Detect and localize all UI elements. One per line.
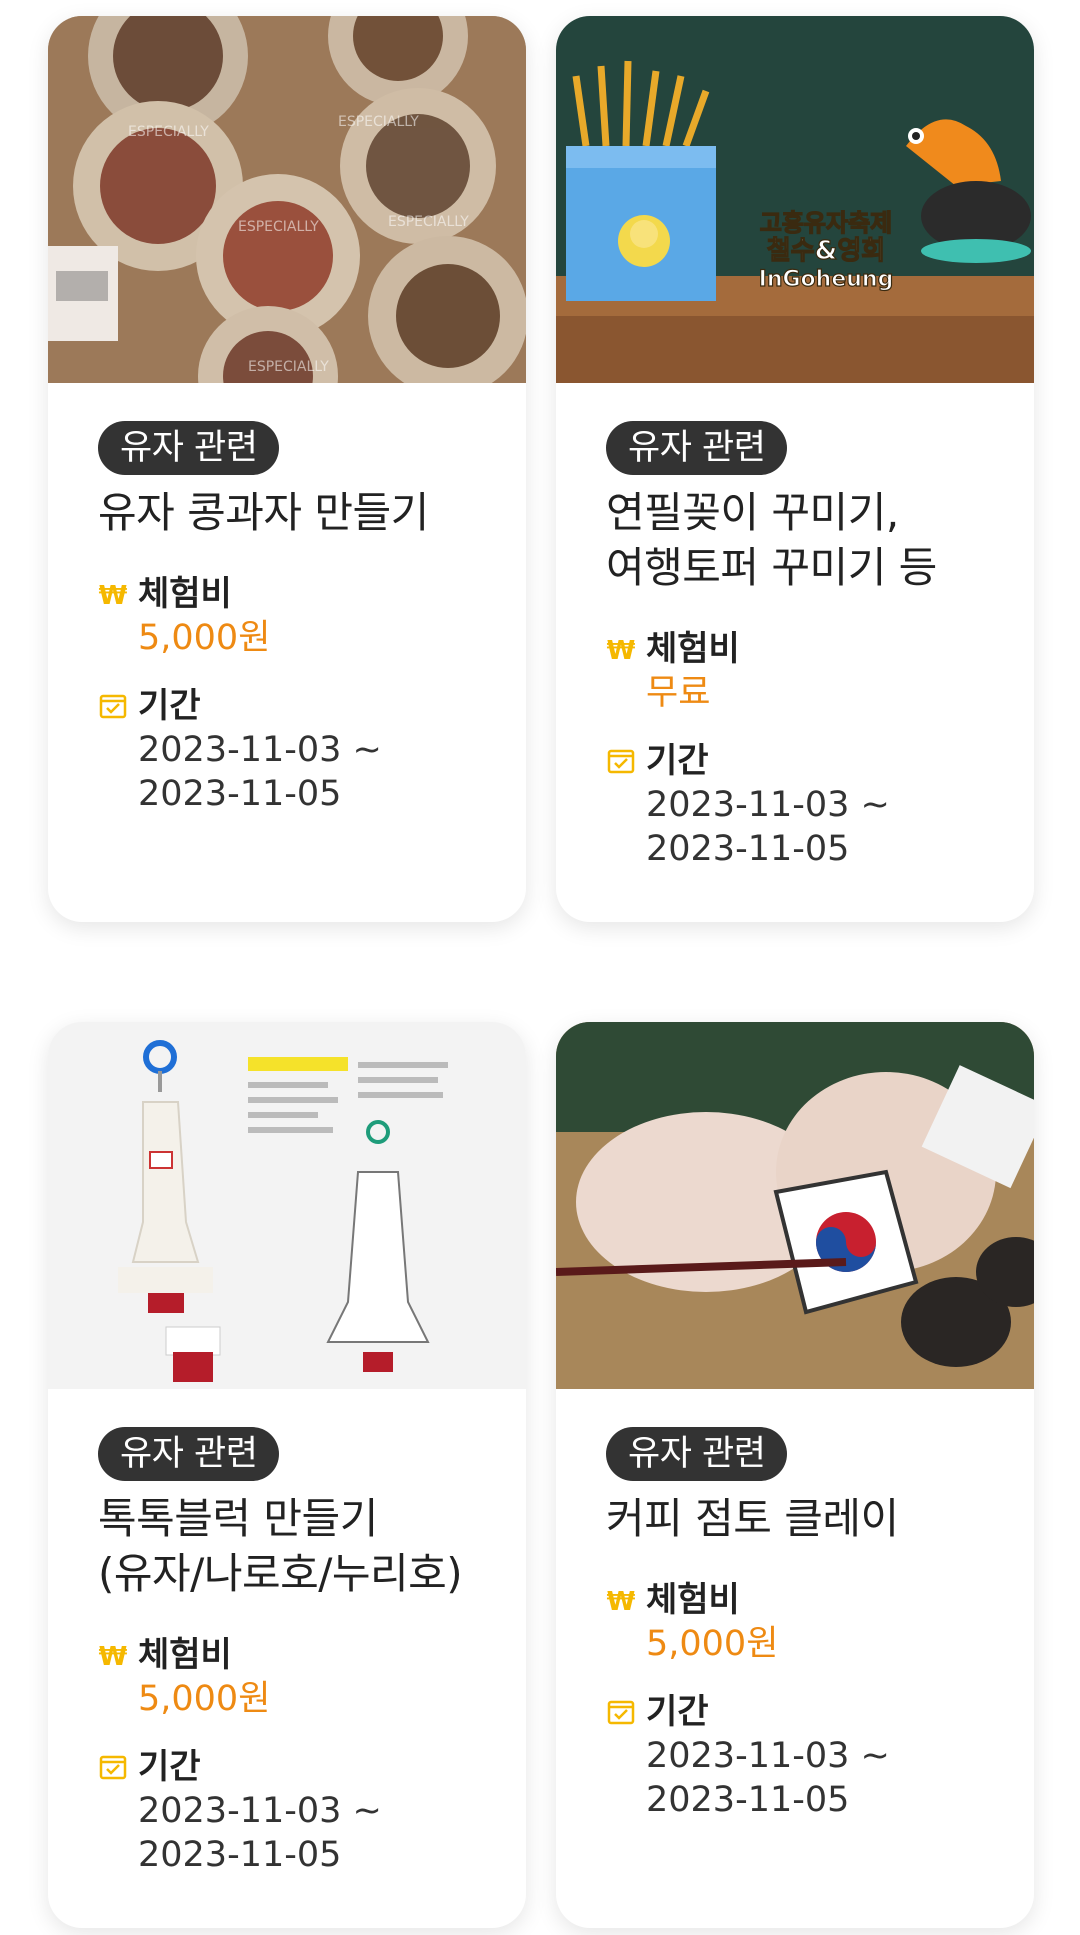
svg-text:₩: ₩ [99, 581, 128, 609]
program-info: ₩ 체험비 5,000원 기간 2023-11-03 ~ 2023-11-05 [606, 1578, 984, 1822]
calendar-check-icon [607, 1700, 635, 1725]
program-card[interactable]: 유자 관련 커피 점토 클레이 ₩ 체험비 5,000원 기간 2023-11-… [556, 1022, 1034, 1928]
period-label: 기간 [138, 1747, 201, 1787]
fee-row: ₩ 체험비 5,000원 [606, 1578, 984, 1666]
program-card-grid: ESPECIALLY ESPECIALLY ESPECIALLY ESPECIA… [48, 16, 1034, 1928]
period-end: 2023-11-05 [138, 774, 342, 814]
period-row: 기간 2023-11-03 ~ 2023-11-05 [98, 1745, 476, 1877]
fee-value: 무료 [646, 673, 711, 713]
fee-label: 체험비 [138, 574, 232, 614]
period-label: 기간 [646, 1692, 709, 1732]
period-start: 2023-11-03 ~ [138, 1791, 382, 1831]
thumbnail-text-characters: 철수&영희 [767, 236, 885, 266]
period-end: 2023-11-05 [646, 829, 850, 869]
program-info: ₩ 체험비 5,000원 기간 2023-11-03 ~ 2023-11-05 [98, 572, 476, 816]
fee-row: ₩ 체험비 5,000원 [98, 572, 476, 660]
program-thumbnail-pencil-holder: 고흥유자축제 철수&영희 InGoheung [556, 16, 1034, 383]
fee-row: ₩ 체험비 5,000원 [98, 1633, 476, 1721]
won-icon: ₩ [99, 581, 128, 609]
fee-label: 체험비 [138, 1635, 232, 1675]
period-row: 기간 2023-11-03 ~ 2023-11-05 [606, 1690, 984, 1822]
won-icon: ₩ [607, 636, 636, 664]
svg-text:₩: ₩ [99, 1642, 128, 1670]
fee-label: 체험비 [646, 1580, 740, 1620]
period-end: 2023-11-05 [138, 1835, 342, 1875]
category-badge: 유자 관련 [98, 1427, 280, 1481]
program-thumbnail-yuja-cookies: ESPECIALLY ESPECIALLY ESPECIALLY ESPECIA… [48, 16, 526, 383]
category-badge: 유자 관련 [98, 421, 280, 475]
svg-text:₩: ₩ [607, 636, 636, 664]
svg-text:ESPECIALLY: ESPECIALLY [128, 124, 209, 140]
fee-label: 체험비 [646, 629, 740, 669]
program-info: ₩ 체험비 5,000원 기간 2023-11-03 ~ 2023-11-05 [98, 1633, 476, 1877]
calendar-check-icon [607, 749, 635, 774]
fee-row: ₩ 체험비 무료 [606, 627, 984, 715]
program-title: 커피 점토 클레이 [606, 1494, 899, 1543]
svg-text:₩: ₩ [607, 1587, 636, 1615]
period-label: 기간 [138, 686, 201, 726]
program-card[interactable]: 유자 관련 톡톡블럭 만들기 (유자/나로호/누리호) ₩ 체험비 5,000원 [48, 1022, 526, 1928]
calendar-check-icon [99, 1755, 127, 1780]
category-badge: 유자 관련 [606, 1427, 788, 1481]
program-info: ₩ 체험비 무료 기간 2023-11-03 ~ 2023-11-05 [606, 627, 984, 871]
period-start: 2023-11-03 ~ [138, 730, 382, 770]
fee-value: 5,000원 [138, 618, 271, 658]
calendar-check-icon [99, 694, 127, 719]
program-title: 연필꽂이 꾸미기, 여행토퍼 꾸미기 등 [606, 488, 937, 592]
thumbnail-text-festival: 고흥유자축제 [760, 209, 892, 237]
thumbnail-text-ingoheung: InGoheung [759, 267, 894, 292]
period-start: 2023-11-03 ~ [646, 785, 890, 825]
period-end: 2023-11-05 [646, 1780, 850, 1820]
svg-text:ESPECIALLY: ESPECIALLY [338, 114, 419, 130]
svg-text:ESPECIALLY: ESPECIALLY [248, 359, 329, 375]
period-row: 기간 2023-11-03 ~ 2023-11-05 [98, 684, 476, 816]
program-title: 유자 콩과자 만들기 [98, 488, 429, 537]
svg-text:ESPECIALLY: ESPECIALLY [388, 214, 469, 230]
program-thumbnail-coffee-clay [556, 1022, 1034, 1389]
svg-text:ESPECIALLY: ESPECIALLY [238, 219, 319, 235]
won-icon: ₩ [607, 1587, 636, 1615]
program-card[interactable]: 고흥유자축제 철수&영희 InGoheung 유자 관련 연필꽂이 꾸미기, 여… [556, 16, 1034, 922]
period-start: 2023-11-03 ~ [646, 1736, 890, 1776]
program-title: 톡톡블럭 만들기 (유자/나로호/누리호) [98, 1494, 463, 1598]
fee-value: 5,000원 [646, 1624, 779, 1664]
category-badge: 유자 관련 [606, 421, 788, 475]
won-icon: ₩ [99, 1642, 128, 1670]
program-card[interactable]: ESPECIALLY ESPECIALLY ESPECIALLY ESPECIA… [48, 16, 526, 922]
period-row: 기간 2023-11-03 ~ 2023-11-05 [606, 739, 984, 871]
fee-value: 5,000원 [138, 1679, 271, 1719]
period-label: 기간 [646, 741, 709, 781]
program-thumbnail-block-kit [48, 1022, 526, 1389]
